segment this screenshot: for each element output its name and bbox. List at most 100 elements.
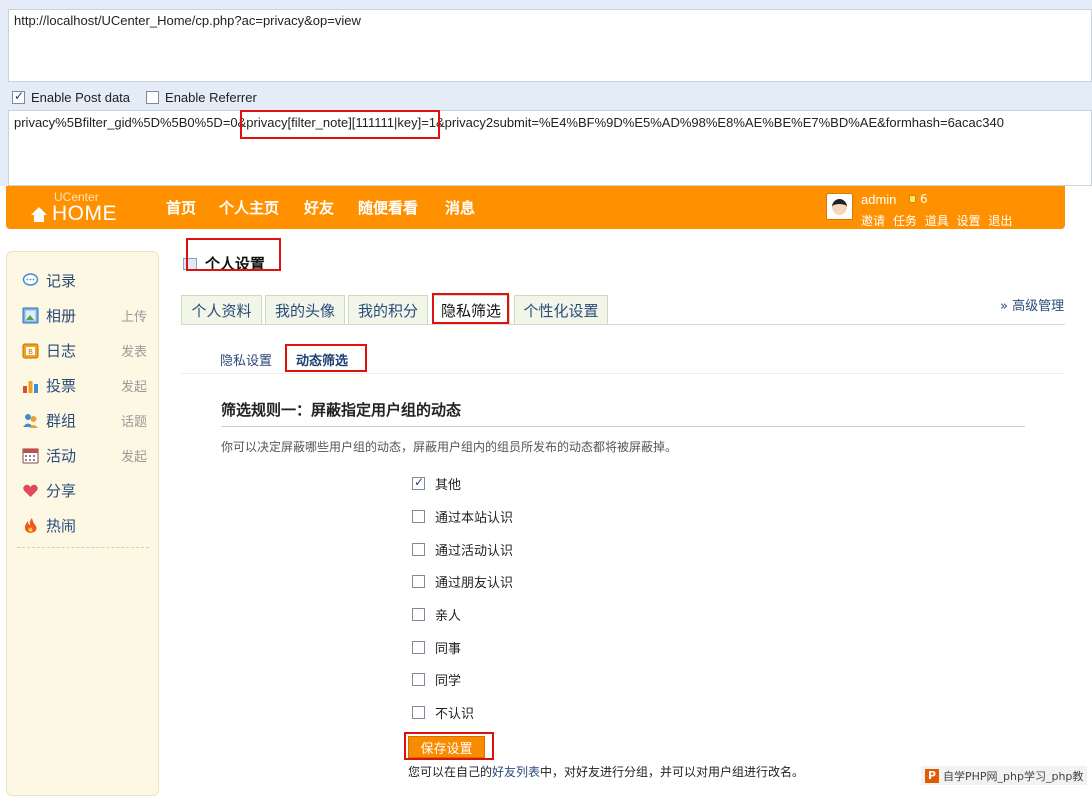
sidebar-item-event[interactable]: 活动 发起 <box>22 445 147 465</box>
heart-icon <box>23 484 38 497</box>
php-logo-icon: P <box>925 768 939 783</box>
group-checkbox[interactable] <box>412 509 425 523</box>
subtab-privacy-settings[interactable]: 隐私设置 <box>220 350 272 369</box>
tab-credits[interactable]: 我的积分 <box>348 295 428 325</box>
sidebar-item-blog[interactable]: B 日志 发表 <box>22 340 147 360</box>
watermark: P 自学PHP网_php学习_php教 <box>921 766 1088 785</box>
sidebar-item-action[interactable]: 发起 <box>121 446 147 465</box>
group-option-event[interactable]: 通过活动认识 <box>412 540 514 559</box>
enable-post-checkbox[interactable] <box>12 89 25 104</box>
sidebar-item-label: 活动 <box>46 446 77 465</box>
group-option-unknown[interactable]: 不认识 <box>412 703 475 722</box>
group-option-colleague[interactable]: 同事 <box>412 638 462 657</box>
sidebar-item-action[interactable]: 发表 <box>121 341 147 360</box>
friends-list-link[interactable]: 好友列表 <box>492 765 540 779</box>
subtab-feed-filter[interactable]: 动态筛选 <box>296 350 348 369</box>
enable-referrer-checkbox[interactable] <box>146 90 160 104</box>
group-label: 其他 <box>435 477 462 493</box>
group-label: 同学 <box>435 673 462 689</box>
group-option-family[interactable]: 亲人 <box>412 605 462 624</box>
photo-icon <box>22 307 39 323</box>
footer-note-suffix: 中，对好友进行分组，并可以对用户组进行改名。 <box>540 765 805 779</box>
settings-page-icon <box>183 257 197 270</box>
group-checkbox[interactable] <box>412 640 425 654</box>
enable-post-label: Enable Post data <box>31 89 131 105</box>
group-checkbox[interactable] <box>412 574 425 588</box>
tab-personalize[interactable]: 个性化设置 <box>514 295 608 325</box>
group-label: 同事 <box>435 641 462 657</box>
group-option-friend[interactable]: 通过朋友认识 <box>412 572 514 591</box>
bar-chart-icon <box>23 380 38 393</box>
speech-bubble-icon <box>22 272 39 286</box>
post-data-field[interactable]: privacy%5Bfilter_gid%5D%5B0%5D=0&privacy… <box>8 110 1092 186</box>
svg-text:B: B <box>28 348 33 356</box>
tabs-baseline <box>181 324 1065 325</box>
username-link[interactable]: admin <box>861 192 896 207</box>
calendar-icon <box>22 448 39 463</box>
credits-value: 6 <box>920 192 928 206</box>
nav-item-messages[interactable]: 消息 <box>445 197 475 218</box>
props-link[interactable]: 道具 <box>925 214 949 228</box>
group-checkbox[interactable] <box>412 607 425 621</box>
group-label: 通过活动认识 <box>435 543 514 559</box>
sidebar-item-label: 相册 <box>46 306 77 325</box>
sidebar-item-action[interactable]: 发起 <box>121 376 147 395</box>
group-label: 通过朋友认识 <box>435 575 514 591</box>
tab-privacy-filter[interactable]: 隐私筛选 <box>432 295 510 326</box>
sidebar-item-share[interactable]: 分享 <box>22 480 147 500</box>
group-checkbox[interactable] <box>412 475 425 490</box>
sidebar-item-album[interactable]: 相册 上传 <box>22 305 147 325</box>
user-links: 邀请 任务 道具 设置 退出 <box>861 212 1016 229</box>
group-option-site[interactable]: 通过本站认识 <box>412 507 514 526</box>
nav-item-friends[interactable]: 好友 <box>304 197 334 218</box>
watermark-text: 自学PHP网_php学习_php教 <box>943 769 1084 783</box>
enable-post-option[interactable]: Enable Post data <box>12 89 131 105</box>
url-field[interactable]: http://localhost/UCenter_Home/cp.php?ac=… <box>8 9 1092 82</box>
hackbar-options: Enable Post data Enable Referrer <box>12 88 273 106</box>
tab-avatar[interactable]: 我的头像 <box>265 295 345 325</box>
group-label: 通过本站认识 <box>435 510 514 526</box>
nav-item-home[interactable]: 首页 <box>166 197 196 218</box>
sidebar-item-label: 分享 <box>46 481 77 500</box>
group-label: 不认识 <box>435 706 475 722</box>
hackbar-panel: http://localhost/UCenter_Home/cp.php?ac=… <box>0 0 1092 186</box>
settings-link[interactable]: 设置 <box>957 214 981 228</box>
task-link[interactable]: 任务 <box>893 214 917 228</box>
group-label: 亲人 <box>435 608 462 624</box>
enable-referrer-option[interactable]: Enable Referrer <box>146 90 257 105</box>
group-checkbox[interactable] <box>412 542 425 556</box>
credits-display: 6 <box>909 192 928 206</box>
sidebar-item-label: 日志 <box>46 341 77 360</box>
logo-big-text: HOME <box>52 202 117 225</box>
footer-note-prefix: 您可以在自己的 <box>408 765 493 779</box>
page-title: 个人设置 <box>205 255 266 273</box>
avatar[interactable] <box>826 193 853 220</box>
sidebar-divider <box>17 547 149 548</box>
group-option-other[interactable]: 其他 <box>412 474 462 493</box>
coin-icon <box>909 195 916 203</box>
sidebar-item-poll[interactable]: 投票 发起 <box>22 375 147 395</box>
tab-profile[interactable]: 个人资料 <box>181 295 262 325</box>
home-icon <box>31 207 47 222</box>
sidebar-item-label: 热闹 <box>46 516 77 535</box>
save-button[interactable]: 保存设置 <box>408 736 485 758</box>
invite-link[interactable]: 邀请 <box>861 214 885 228</box>
nav-item-browse[interactable]: 随便看看 <box>358 197 418 218</box>
sidebar-item-action[interactable]: 上传 <box>121 306 147 325</box>
sidebar-item-action[interactable]: 话题 <box>121 411 147 430</box>
sidebar-item-group[interactable]: 群组 话题 <box>22 410 147 430</box>
sidebar-item-label: 记录 <box>46 271 77 290</box>
group-checkbox[interactable] <box>412 672 425 686</box>
sidebar: 记录 相册 上传 B 日志 发表 投票 发起 群组 话题 活动 发起 分享 热闹 <box>6 251 159 796</box>
logout-link[interactable]: 退出 <box>988 214 1012 228</box>
group-option-classmate[interactable]: 同学 <box>412 670 462 689</box>
top-navbar: UCenter HOME 首页 个人主页 好友 随便看看 消息 admin 6 … <box>6 186 1065 229</box>
sidebar-item-records[interactable]: 记录 <box>22 270 147 290</box>
advanced-management-link[interactable]: » 高级管理 <box>1000 295 1064 314</box>
filter-section-title: 筛选规则一：屏蔽指定用户组的动态 <box>221 401 462 419</box>
nav-item-profile[interactable]: 个人主页 <box>219 197 279 218</box>
sidebar-item-label: 投票 <box>46 376 77 395</box>
sidebar-item-hot[interactable]: 热闹 <box>22 515 147 535</box>
group-checkbox[interactable] <box>412 705 425 719</box>
sidebar-item-label: 群组 <box>46 411 77 430</box>
